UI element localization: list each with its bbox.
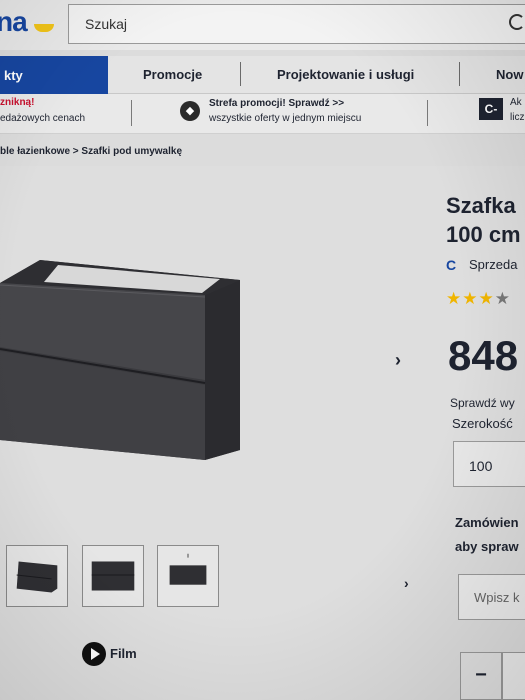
search-input[interactable] [69, 5, 525, 43]
quantity-decrease-button[interactable]: − [460, 652, 502, 700]
product-image[interactable] [0, 255, 250, 465]
promo-left-title[interactable]: znikną! [0, 97, 34, 108]
quantity-input[interactable] [502, 652, 525, 700]
order-info-line2: aby spraw [455, 539, 519, 554]
promo-zone-title[interactable]: Strefa promocji! Sprawdź >> [209, 98, 344, 109]
promo-divider [427, 100, 428, 126]
main-nav: kty Promocje Projektowanie i usługi Now [0, 56, 525, 94]
promo-strip: znikną! edażowych cenach ◆ Strefa promoc… [0, 94, 525, 134]
width-select[interactable]: 100 [453, 441, 525, 487]
rating-stars[interactable]: ★★★★ [446, 289, 511, 309]
top-bar: na [0, 0, 525, 50]
promo-divider [131, 100, 132, 126]
thumbnail-image [169, 553, 207, 585]
promo-left-subtitle[interactable]: edażowych cenach [0, 113, 85, 124]
thumbnail-image [91, 561, 135, 591]
nav-divider [459, 62, 460, 86]
film-label: Film [110, 646, 137, 661]
nav-item-design-services[interactable]: Projektowanie i usługi [277, 67, 414, 82]
width-label: Szerokość [452, 416, 513, 431]
breadcrumb[interactable]: ble łazienkowe > Szafki pod umywalkę [0, 146, 182, 157]
thumbnails-next-arrow[interactable]: › [404, 575, 409, 591]
postcode-input[interactable] [459, 575, 525, 619]
nav-item-promotions[interactable]: Promocje [143, 67, 202, 82]
postcode-field[interactable] [458, 574, 525, 620]
product-price: 848 [448, 332, 519, 379]
play-icon [82, 642, 106, 666]
search-icon[interactable] [509, 14, 525, 30]
thumbnail-1[interactable] [6, 545, 68, 607]
promo-right-title[interactable]: Ak [510, 97, 522, 108]
next-image-arrow[interactable]: › [395, 350, 401, 371]
check-availability-text[interactable]: Sprawdź wy [450, 396, 515, 410]
seller-logo-icon: C [446, 257, 457, 273]
thumbnail-image [16, 561, 58, 593]
order-info-line1: Zamówien [455, 515, 519, 530]
seller-text[interactable]: Sprzeda [469, 257, 517, 272]
thumbnail-3[interactable] [157, 545, 219, 607]
promo-zone-subtitle[interactable]: wszystkie oferty w jednym miejscu [209, 113, 361, 124]
diamond-icon: ◆ [180, 101, 200, 121]
thumbnail-2[interactable] [82, 545, 144, 607]
search-box[interactable] [68, 4, 525, 44]
nav-item-new[interactable]: Now [496, 67, 523, 82]
nav-item-products[interactable]: kty [0, 56, 108, 94]
product-title-line2: 100 cm [446, 222, 521, 247]
promo-right-subtitle[interactable]: licz [510, 112, 524, 123]
logo-smile-icon [34, 24, 54, 32]
star-half-icon: ★ [494, 289, 511, 308]
product-title-line1: Szafka [446, 193, 516, 218]
logo[interactable]: na [0, 6, 28, 38]
nav-divider [240, 62, 241, 86]
star-full-icon: ★★★ [446, 289, 495, 308]
calculator-icon: C- [479, 98, 503, 120]
